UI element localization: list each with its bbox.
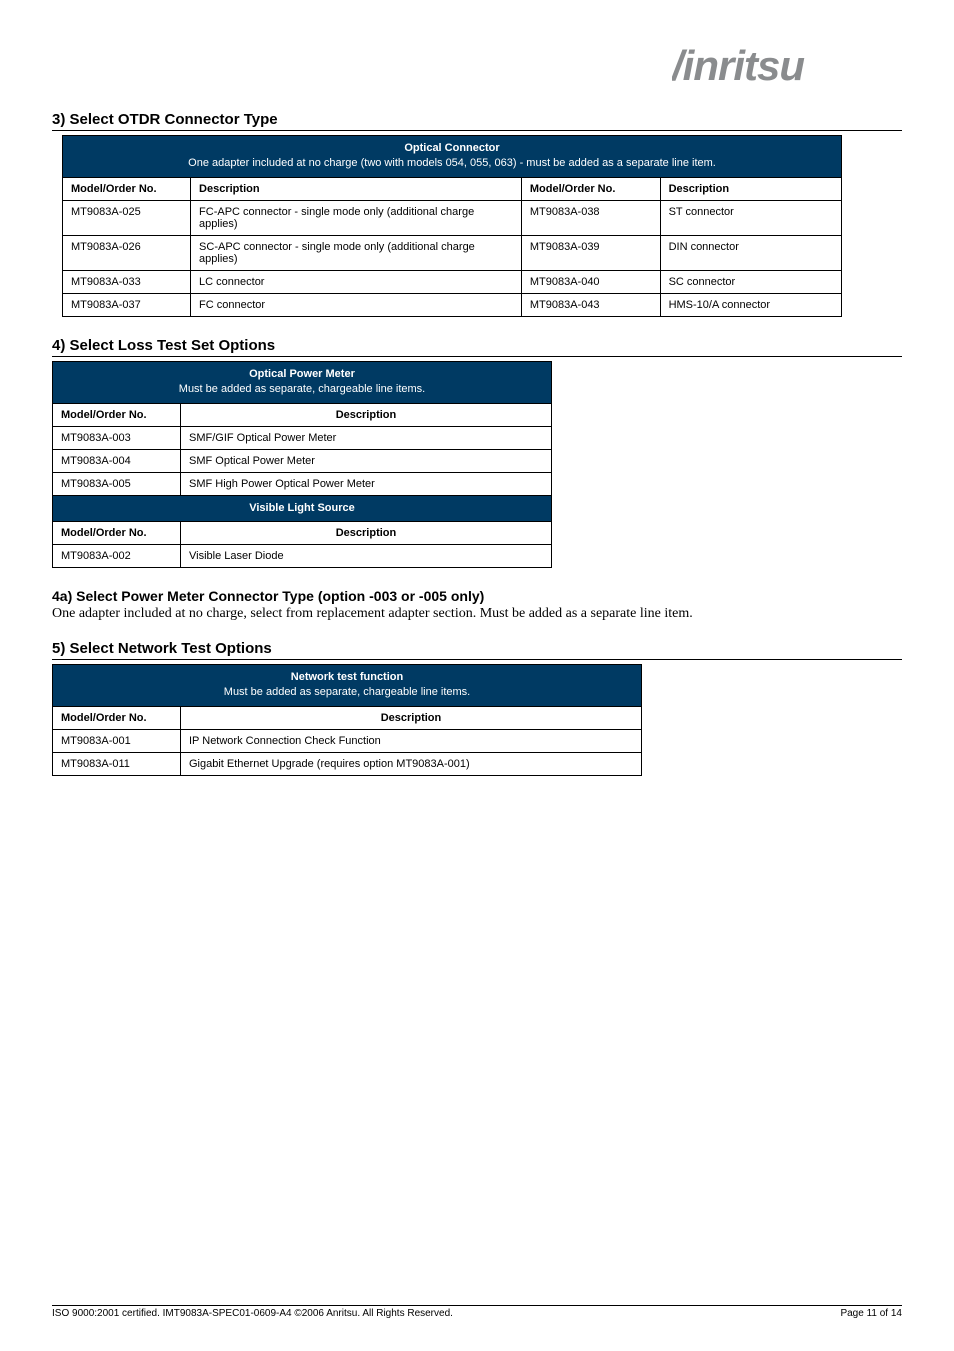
cell-model: MT9083A-004 bbox=[53, 449, 181, 472]
banner-sub: One adapter included at no charge (two w… bbox=[188, 157, 716, 169]
cell-desc: IP Network Connection Check Function bbox=[181, 729, 642, 752]
table-row: MT9083A-005 SMF High Power Optical Power… bbox=[53, 472, 552, 495]
cell-desc: ST connector bbox=[660, 200, 841, 235]
table-row: MT9083A-002 Visible Laser Diode bbox=[53, 544, 552, 567]
power-meter-table: Optical Power Meter Must be added as sep… bbox=[52, 361, 552, 568]
banner-title: Visible Light Source bbox=[249, 502, 355, 514]
cell-model: MT9083A-026 bbox=[63, 235, 191, 270]
table-row: MT9083A-026 SC-APC connector - single mo… bbox=[63, 235, 842, 270]
section3-heading: 3) Select OTDR Connector Type bbox=[52, 111, 902, 131]
optical-connector-banner: Optical Connector One adapter included a… bbox=[63, 136, 842, 178]
col-header-desc: Description bbox=[660, 177, 841, 200]
cell-model: MT9083A-002 bbox=[53, 544, 181, 567]
table-row: MT9083A-003 SMF/GIF Optical Power Meter bbox=[53, 426, 552, 449]
network-test-table: Network test function Must be added as s… bbox=[52, 664, 642, 776]
banner-title: Optical Power Meter bbox=[249, 368, 355, 380]
cell-model: MT9083A-038 bbox=[521, 200, 660, 235]
optical-connector-table: Optical Connector One adapter included a… bbox=[62, 135, 842, 317]
cell-model: MT9083A-043 bbox=[521, 293, 660, 316]
col-header-desc: Description bbox=[181, 706, 642, 729]
cell-model: MT9083A-005 bbox=[53, 472, 181, 495]
footer-left: ISO 9000:2001 certified. IMT9083A-SPEC01… bbox=[52, 1308, 453, 1319]
visible-light-banner: Visible Light Source bbox=[53, 495, 552, 521]
col-header-model: Model/Order No. bbox=[63, 177, 191, 200]
col-header-model: Model/Order No. bbox=[521, 177, 660, 200]
col-header-desc: Description bbox=[181, 521, 552, 544]
table-row: MT9083A-004 SMF Optical Power Meter bbox=[53, 449, 552, 472]
col-header-model: Model/Order No. bbox=[53, 521, 181, 544]
cell-desc: DIN connector bbox=[660, 235, 841, 270]
cell-model: MT9083A-011 bbox=[53, 752, 181, 775]
cell-model: MT9083A-003 bbox=[53, 426, 181, 449]
brand-logo: /inritsu bbox=[52, 46, 902, 93]
col-header-desc: Description bbox=[191, 177, 522, 200]
table-row: MT9083A-001 IP Network Connection Check … bbox=[53, 729, 642, 752]
cell-desc: Visible Laser Diode bbox=[181, 544, 552, 567]
cell-desc: FC-APC connector - single mode only (add… bbox=[191, 200, 522, 235]
cell-desc: HMS-10/A connector bbox=[660, 293, 841, 316]
cell-model: MT9083A-033 bbox=[63, 270, 191, 293]
page-footer: ISO 9000:2001 certified. IMT9083A-SPEC01… bbox=[52, 1305, 902, 1319]
col-header-model: Model/Order No. bbox=[53, 706, 181, 729]
cell-desc: LC connector bbox=[191, 270, 522, 293]
banner-title: Optical Connector bbox=[404, 142, 499, 154]
section4a-note: One adapter included at no charge, selec… bbox=[52, 606, 902, 622]
cell-desc: SMF/GIF Optical Power Meter bbox=[181, 426, 552, 449]
table-row: MT9083A-025 FC-APC connector - single mo… bbox=[63, 200, 842, 235]
cell-model: MT9083A-001 bbox=[53, 729, 181, 752]
cell-model: MT9083A-025 bbox=[63, 200, 191, 235]
cell-desc: SC-APC connector - single mode only (add… bbox=[191, 235, 522, 270]
brand-text: /inritsu bbox=[672, 46, 804, 88]
cell-desc: Gigabit Ethernet Upgrade (requires optio… bbox=[181, 752, 642, 775]
cell-desc: SC connector bbox=[660, 270, 841, 293]
cell-model: MT9083A-039 bbox=[521, 235, 660, 270]
cell-desc: FC connector bbox=[191, 293, 522, 316]
power-meter-banner: Optical Power Meter Must be added as sep… bbox=[53, 361, 552, 403]
cell-desc: SMF Optical Power Meter bbox=[181, 449, 552, 472]
section4-heading: 4) Select Loss Test Set Options bbox=[52, 337, 902, 357]
footer-right: Page 11 of 14 bbox=[840, 1308, 902, 1319]
cell-model: MT9083A-040 bbox=[521, 270, 660, 293]
col-header-desc: Description bbox=[181, 403, 552, 426]
section4a-heading: 4a) Select Power Meter Connector Type (o… bbox=[52, 588, 902, 604]
section5-heading: 5) Select Network Test Options bbox=[52, 640, 902, 660]
network-test-banner: Network test function Must be added as s… bbox=[53, 664, 642, 706]
table-row: MT9083A-033 LC connector MT9083A-040 SC … bbox=[63, 270, 842, 293]
table-row: MT9083A-037 FC connector MT9083A-043 HMS… bbox=[63, 293, 842, 316]
cell-model: MT9083A-037 bbox=[63, 293, 191, 316]
col-header-model: Model/Order No. bbox=[53, 403, 181, 426]
banner-title: Network test function bbox=[291, 671, 403, 683]
cell-desc: SMF High Power Optical Power Meter bbox=[181, 472, 552, 495]
table-row: MT9083A-011 Gigabit Ethernet Upgrade (re… bbox=[53, 752, 642, 775]
banner-sub: Must be added as separate, chargeable li… bbox=[224, 686, 470, 698]
banner-sub: Must be added as separate, chargeable li… bbox=[179, 383, 425, 395]
